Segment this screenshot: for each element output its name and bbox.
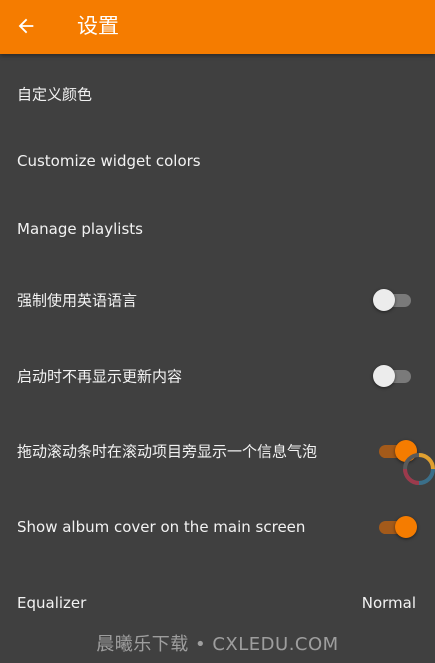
setting-label: Equalizer [17,594,87,612]
setting-label: Show album cover on the main screen [17,518,306,536]
force-english-switch[interactable] [373,289,413,311]
watermark: 晨曦乐下载 • CXLEDU.COM [96,634,339,655]
setting-no-changelog[interactable]: 启动时不再显示更新内容 [0,344,435,408]
app-bar: 设置 [0,0,435,54]
setting-album-cover[interactable]: Show album cover on the main screen [0,495,435,559]
setting-label: 强制使用英语语言 [17,291,138,310]
loading-spinner-icon [395,447,435,491]
setting-label: 启动时不再显示更新内容 [17,367,183,386]
setting-custom-color[interactable]: 自定义颜色 [0,62,435,126]
setting-label: Manage playlists [17,220,143,238]
setting-equalizer[interactable]: Equalizer Normal [0,571,435,635]
setting-label: Customize widget colors [17,152,201,170]
equalizer-value: Normal [361,594,416,612]
switch-thumb [373,289,395,311]
setting-manage-playlists[interactable]: Manage playlists [0,197,435,261]
switch-thumb [373,365,395,387]
setting-scroll-bubble[interactable]: 拖动滚动条时在滚动项目旁显示一个信息气泡 [0,419,435,483]
setting-label: 拖动滚动条时在滚动项目旁显示一个信息气泡 [17,442,318,461]
setting-force-english[interactable]: 强制使用英语语言 [0,268,435,332]
setting-widget-colors[interactable]: Customize widget colors [0,129,435,193]
no-changelog-switch[interactable] [373,365,413,387]
back-button[interactable] [6,6,46,46]
album-cover-switch[interactable] [377,516,417,538]
setting-label: 自定义颜色 [17,85,93,104]
arrow-left-icon [18,18,34,34]
page-title: 设置 [77,14,119,38]
switch-thumb [395,516,417,538]
